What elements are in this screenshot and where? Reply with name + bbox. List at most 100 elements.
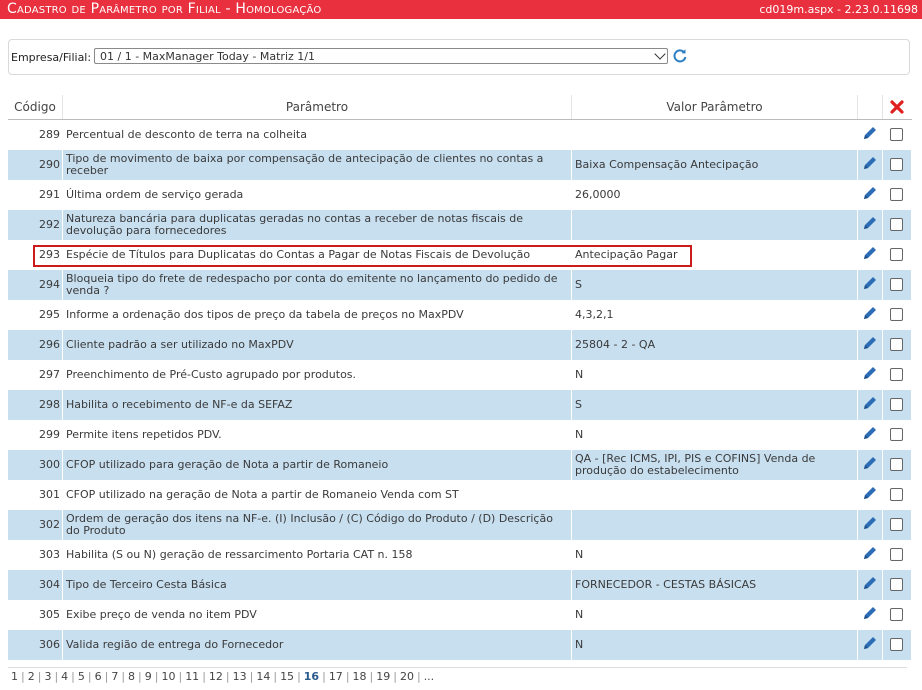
page-link[interactable]: 1 bbox=[8, 668, 21, 686]
pencil-icon bbox=[862, 397, 878, 414]
row-checkbox[interactable] bbox=[890, 548, 904, 561]
edit-button[interactable] bbox=[857, 419, 883, 450]
row-checkbox[interactable] bbox=[890, 638, 904, 651]
page-link[interactable]: 5 bbox=[75, 668, 88, 686]
pencil-icon bbox=[862, 277, 878, 294]
row-select-cell bbox=[882, 419, 912, 450]
page-link[interactable]: 7 bbox=[108, 668, 121, 686]
chevron-down-icon bbox=[654, 48, 666, 60]
column-header-parameter[interactable]: Parâmetro bbox=[62, 95, 572, 120]
pencil-icon bbox=[862, 187, 878, 204]
table-row: 302 Ordem de geração dos itens na NF-e. (… bbox=[8, 509, 912, 540]
pencil-icon bbox=[862, 577, 878, 594]
pencil-icon bbox=[862, 217, 878, 234]
page-link[interactable]: 6 bbox=[92, 668, 105, 686]
row-checkbox[interactable] bbox=[890, 368, 904, 381]
refresh-icon[interactable] bbox=[672, 48, 688, 64]
row-parameter: Espécie de Títulos para Duplicatas do Co… bbox=[62, 239, 572, 270]
pencil-icon bbox=[862, 307, 878, 324]
page-link[interactable]: 19 bbox=[373, 668, 393, 686]
edit-button[interactable] bbox=[857, 179, 883, 210]
page-link[interactable]: 20 bbox=[397, 668, 417, 686]
row-parameter: Exibe preço de venda no item PDV bbox=[62, 599, 572, 630]
row-code: 293 bbox=[8, 239, 63, 270]
pencil-icon bbox=[862, 247, 878, 264]
page-link[interactable]: 12 bbox=[206, 668, 226, 686]
edit-button[interactable] bbox=[857, 479, 883, 510]
edit-button[interactable] bbox=[857, 269, 883, 300]
page-link[interactable]: 14 bbox=[253, 668, 273, 686]
row-code: 301 bbox=[8, 479, 63, 510]
row-checkbox[interactable] bbox=[890, 518, 904, 531]
page-link[interactable]: 3 bbox=[41, 668, 54, 686]
edit-button[interactable] bbox=[857, 149, 883, 180]
edit-button[interactable] bbox=[857, 209, 883, 240]
edit-button[interactable] bbox=[857, 389, 883, 420]
page-link[interactable]: 11 bbox=[182, 668, 202, 686]
edit-button[interactable] bbox=[857, 509, 883, 540]
pencil-icon bbox=[862, 487, 878, 504]
row-checkbox[interactable] bbox=[890, 578, 904, 591]
row-checkbox[interactable] bbox=[890, 278, 904, 291]
edit-button[interactable] bbox=[857, 599, 883, 630]
page-link[interactable]: 16 bbox=[301, 668, 322, 686]
edit-button[interactable] bbox=[857, 449, 883, 480]
row-code: 298 bbox=[8, 389, 63, 420]
page-link[interactable]: 2 bbox=[25, 668, 38, 686]
table-row: 297 Preenchimento de Pré-Custo agrupado p… bbox=[8, 359, 912, 390]
column-header-code[interactable]: Código bbox=[8, 95, 63, 120]
table-header-row: Código Parâmetro Valor Parâmetro bbox=[8, 95, 911, 120]
page-link[interactable]: 18 bbox=[350, 668, 370, 686]
table-row: 304 Tipo de Terceiro Cesta Básica FORNECED… bbox=[8, 569, 912, 600]
row-checkbox[interactable] bbox=[890, 128, 904, 142]
row-code: 296 bbox=[8, 329, 63, 360]
row-code: 290 bbox=[8, 149, 63, 180]
page-title: Cadastro de Parâmetro por Filial - Homol… bbox=[7, 1, 322, 17]
row-checkbox[interactable] bbox=[890, 338, 904, 351]
page-link[interactable]: 8 bbox=[125, 668, 138, 686]
page-link[interactable]: 17 bbox=[326, 668, 346, 686]
page-link[interactable]: ... bbox=[421, 668, 438, 686]
pencil-icon bbox=[862, 337, 878, 354]
page-link[interactable]: 10 bbox=[158, 668, 178, 686]
row-checkbox[interactable] bbox=[890, 188, 904, 201]
row-select-cell bbox=[882, 539, 912, 570]
row-checkbox[interactable] bbox=[890, 428, 904, 441]
empresa-filial-select[interactable]: 01 / 1 - MaxManager Today - Matriz 1/1 bbox=[94, 48, 668, 64]
table-row: 293 Espécie de Títulos para Duplicatas do… bbox=[8, 239, 912, 270]
row-checkbox[interactable] bbox=[890, 398, 904, 411]
table-row: 295 Informe a ordenação dos tipos de preç… bbox=[8, 299, 912, 330]
delete-x-icon[interactable] bbox=[890, 100, 904, 114]
row-checkbox[interactable] bbox=[890, 308, 904, 321]
row-select-cell bbox=[882, 359, 912, 390]
page-link[interactable]: 15 bbox=[277, 668, 297, 686]
row-code: 305 bbox=[8, 599, 63, 630]
row-checkbox[interactable] bbox=[890, 488, 904, 501]
edit-button[interactable] bbox=[857, 359, 883, 390]
edit-button[interactable] bbox=[857, 539, 883, 570]
row-checkbox[interactable] bbox=[890, 458, 904, 471]
row-checkbox[interactable] bbox=[890, 608, 904, 621]
edit-button[interactable] bbox=[857, 119, 883, 150]
edit-button[interactable] bbox=[857, 569, 883, 600]
row-checkbox[interactable] bbox=[890, 158, 904, 171]
row-checkbox[interactable] bbox=[890, 218, 904, 231]
row-code: 297 bbox=[8, 359, 63, 390]
column-header-value[interactable]: Valor Parâmetro bbox=[571, 95, 858, 120]
pencil-icon bbox=[862, 517, 878, 534]
row-select-cell bbox=[882, 149, 912, 180]
page-link[interactable]: 9 bbox=[142, 668, 155, 686]
edit-button[interactable] bbox=[857, 299, 883, 330]
page-link[interactable]: 13 bbox=[230, 668, 250, 686]
row-parameter: Valida região de entrega do Fornecedor bbox=[62, 629, 572, 660]
edit-button[interactable] bbox=[857, 629, 883, 660]
edit-button[interactable] bbox=[857, 329, 883, 360]
page-link[interactable]: 4 bbox=[58, 668, 71, 686]
row-parameter: Natureza bancária para duplicatas gerada… bbox=[62, 209, 572, 240]
row-parameter: Percentual de desconto de terra na colhe… bbox=[62, 119, 572, 150]
edit-button[interactable] bbox=[857, 239, 883, 270]
row-select-cell bbox=[882, 329, 912, 360]
table-row: 298 Habilita o recebimento de NF-e da SEF… bbox=[8, 389, 912, 420]
pencil-icon bbox=[862, 637, 878, 654]
row-checkbox[interactable] bbox=[890, 248, 904, 261]
